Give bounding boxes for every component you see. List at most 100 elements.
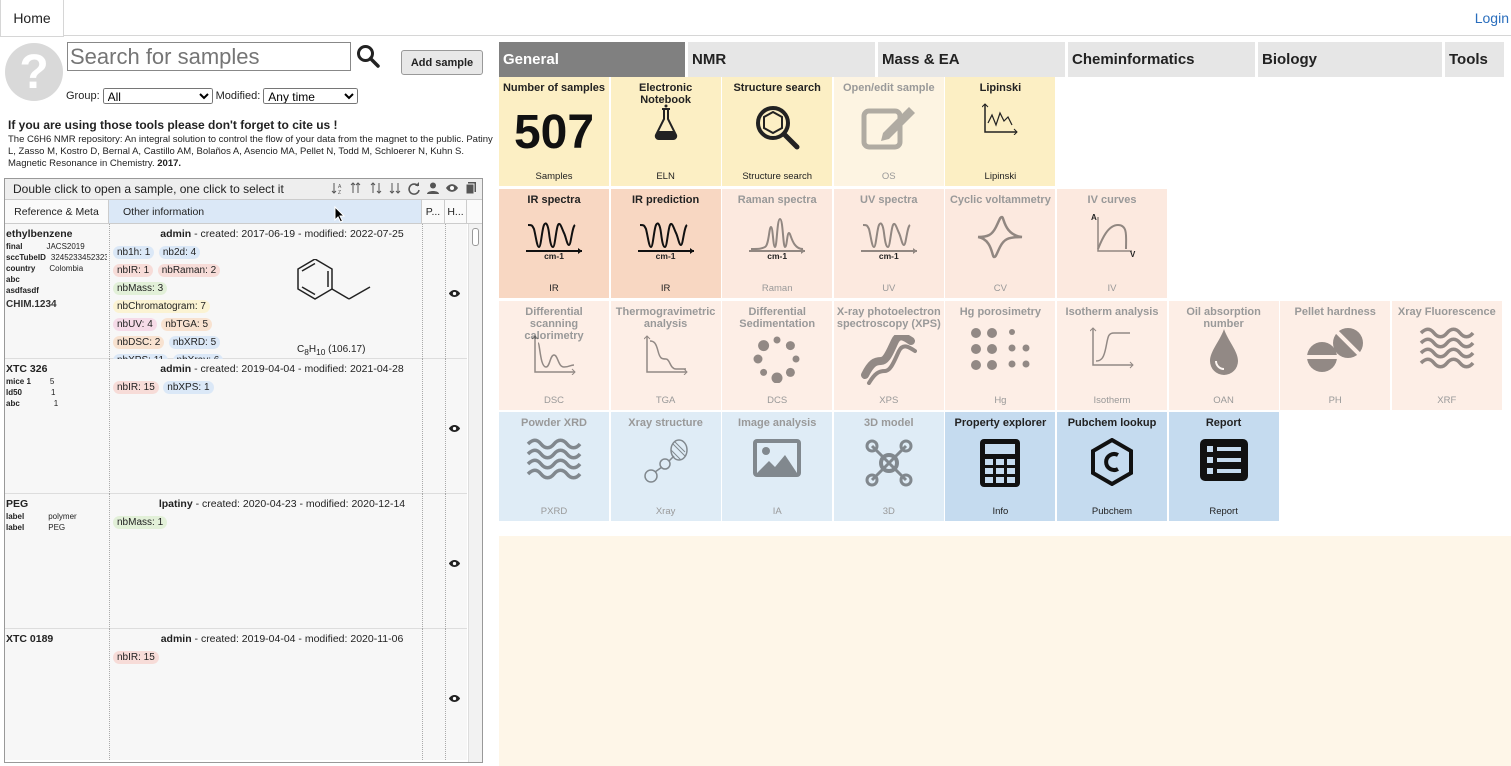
tool-tile-lipinski[interactable]: Lipinski Lipinski [945,77,1056,186]
table-row[interactable]: XTC 0189 admin - created: 2019-04-04 - m… [5,629,467,760]
meta-item: ld50 1 [6,388,56,397]
tool-tile-raman[interactable]: Raman spectra cm-1 Raman [722,189,833,298]
table-row[interactable]: ethylbenzene final JACS2019 sccTubeID 32452… [5,224,467,403]
tool-tile-ir[interactable]: IR prediction cm-1 IR [610,189,721,298]
tab-tools[interactable]: Tools [1445,42,1504,77]
tool-tile-ia[interactable]: Image analysis IA [722,412,833,521]
tool-tile-info[interactable]: Property explorer Info [945,412,1056,521]
tool-tile-dcs[interactable]: Differential Sedimentation DCS [722,301,833,410]
tab-cheminformatics[interactable]: Cheminformatics [1068,42,1258,77]
tool-tile-uv[interactable]: UV spectra cm-1 UV [833,189,944,298]
tile-title: Lipinski [979,82,1022,94]
tile-title: Isotherm analysis [1065,306,1159,318]
group-select[interactable]: All [102,88,213,104]
flask-icon [646,103,686,148]
col-p[interactable]: P... [422,200,445,223]
count-badge: nbChromatogram: 7 [113,300,210,313]
home-tab[interactable]: Home [0,0,64,37]
table-row[interactable]: PEG label polymer label PEG lpatiny - creat… [5,494,467,629]
image-icon [752,438,802,483]
column-divider [109,494,110,629]
eye-icon[interactable] [448,289,461,298]
tool-tile-ph[interactable]: Pellet hardness PH [1280,301,1391,410]
search-input[interactable] [67,42,351,71]
tab-general[interactable]: General [499,42,688,77]
tool-tile-ir[interactable]: IR spectra cm-1 IR [499,189,609,298]
lipinski-chart-icon [982,103,1019,140]
unit-label: cm-1 [544,251,564,261]
modified-select[interactable]: Any time [263,88,359,104]
structure-search-icon [753,103,801,156]
add-sample-button[interactable]: Add sample [401,50,483,75]
scrollbar-thumb[interactable] [472,228,479,246]
scrollbar[interactable] [468,224,482,762]
column-divider [422,494,423,629]
tile-title: Xray Fluorescence [1397,306,1496,318]
tool-tile-iv[interactable]: IV curves A V IV [1057,189,1167,298]
tab-biology[interactable]: Biology [1258,42,1445,77]
tool-tile-os[interactable]: Open/edit sample OS [833,77,944,186]
count-badge: nbMass: 3 [113,282,168,295]
drop-icon [1206,327,1242,382]
help-icon[interactable]: ? [5,43,63,101]
column-divider [109,224,110,359]
eye-icon[interactable] [448,424,461,433]
count-badge: nbIR: 1 [113,264,154,277]
sample-list[interactable]: ethylbenzene final JACS2019 sccTubeID 32452… [5,224,482,760]
tool-tile-xrf[interactable]: Xray Fluorescence XRF [1391,301,1502,410]
tool-tile-oan[interactable]: Oil absorption number OAN [1168,301,1279,410]
column-divider [445,629,446,760]
reference-cell: PEG label polymer label PEG [6,498,107,532]
reference-cell: XTC 326 mice 1 5 ld50 1 abc 1 [6,363,107,408]
dates: - created: 2019-04-04 - modified: 2020-1… [191,633,404,645]
eye-icon[interactable] [445,181,459,195]
tool-tile-samples[interactable]: Number of samples 507 Samples [499,77,609,186]
search-icon[interactable] [356,44,380,68]
tool-tile-report[interactable]: Report Report [1168,412,1279,521]
tool-tile-cv[interactable]: Cyclic voltammetry CV [945,189,1056,298]
sort-desc-icon[interactable] [350,181,364,195]
tool-tile-structure-search[interactable]: Structure search Structure search [722,77,833,186]
table-row[interactable]: XTC 326 mice 1 5 ld50 1 abc 1 admin - created… [5,359,467,494]
sort-down-icon[interactable] [388,181,402,195]
tool-tile-xray[interactable]: Xray structure Xray [610,412,721,521]
tool-tile-isotherm[interactable]: Isotherm analysis Isotherm [1057,301,1167,410]
col-h[interactable]: H... [445,200,467,223]
dots-grid-icon [970,327,1030,376]
eye-icon[interactable] [448,559,461,568]
tool-tile-eln[interactable]: Electronic Notebook ELN [610,77,721,186]
user-icon[interactable] [426,181,440,195]
tool-tile-pubchem[interactable]: Pubchem lookup Pubchem [1057,412,1167,521]
eye-icon[interactable] [448,694,461,703]
tile-title: Open/edit sample [842,82,935,94]
sort-asc-icon[interactable]: AZ [331,181,345,195]
tile-label: Structure search [742,171,813,182]
tool-tile-3d[interactable]: 3D model 3D [833,412,944,521]
dsc-icon [531,335,576,380]
tool-tile-tga[interactable]: Thermogravimetric analysis TGA [610,301,721,410]
tool-tile-dsc[interactable]: Differential scanning calorimetry DSC [499,301,609,410]
tile-label: IV [1107,283,1117,294]
col-reference[interactable]: Reference & Meta [5,200,109,223]
tool-tile-xps[interactable]: X-ray photoelectron spectroscopy (XPS) X… [833,301,944,410]
tab-nmr[interactable]: NMR [688,42,878,77]
tile-title: Property explorer [954,417,1047,429]
tool-tile-hg[interactable]: Hg porosimetry Hg [945,301,1056,410]
mouse-cursor-icon [334,206,346,223]
modified-label: Modified: [215,90,261,102]
pubchem-icon [1090,437,1134,491]
tab-mass-ea[interactable]: Mass & EA [878,42,1068,77]
tile-label: Lipinski [984,171,1017,182]
tile-label: CV [993,283,1007,294]
sort-updown-icon[interactable] [369,181,383,195]
refresh-icon[interactable] [407,181,421,195]
login-link[interactable]: Login [1475,10,1509,26]
tile-label: IR [660,283,671,294]
tile-label: DCS [767,395,788,406]
owner: admin [160,363,192,375]
count-badge: nbDSC: 2 [113,336,165,349]
col-other-info[interactable]: Other information [109,200,422,223]
copy-icon[interactable] [464,181,478,195]
tool-tile-pxrd[interactable]: Powder XRD PXRD [499,412,609,521]
tile-label: Report [1209,506,1238,517]
